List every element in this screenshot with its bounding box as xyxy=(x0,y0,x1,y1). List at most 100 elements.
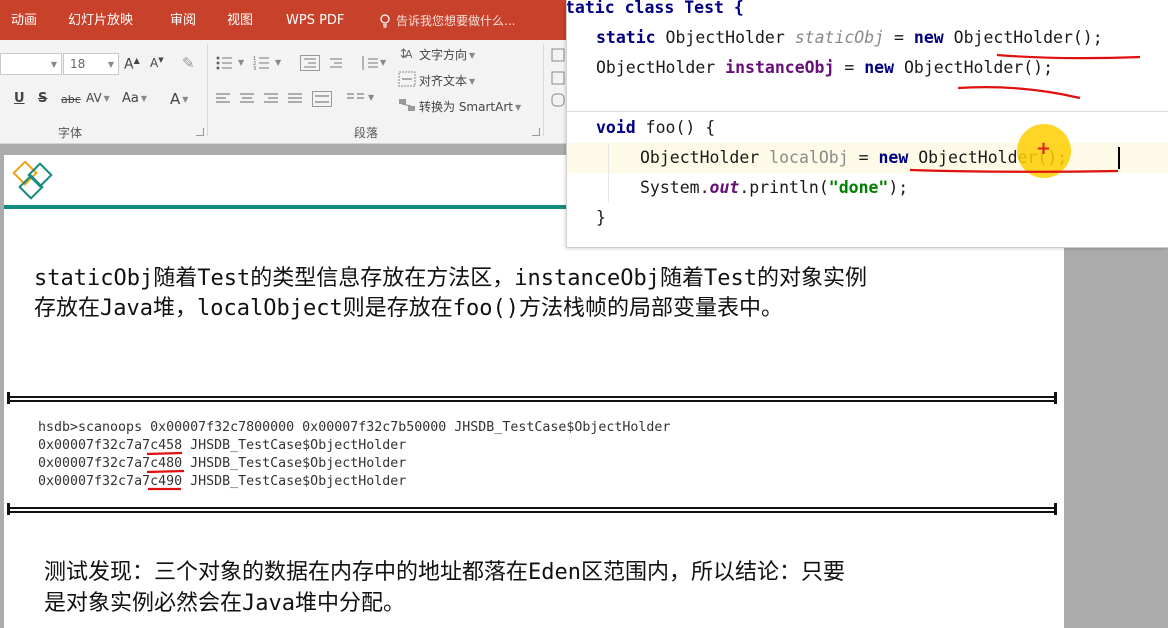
text-direction-icon[interactable]: ↕ A xyxy=(398,45,416,61)
distribute-icon[interactable] xyxy=(312,91,332,107)
text-direction-button[interactable]: 文字方向 ▼ xyxy=(419,46,475,63)
code-term: Java xyxy=(100,296,153,321)
font-name-dropdown[interactable]: ▼ xyxy=(0,53,62,75)
align-right-icon[interactable] xyxy=(263,92,279,106)
font-size-value: 18 xyxy=(70,57,86,71)
columns-icon[interactable]: ▼ xyxy=(346,92,376,106)
hsdb-result-line: 0x00007f32c7a7c458 JHSDB_TestCase$Object… xyxy=(38,438,407,453)
explanation-line-1: staticObj随着Test的类型信息存放在方法区，instanceObj随着… xyxy=(34,264,867,294)
explanation-line-2: 存放在Java堆，localObject则是存放在foo()方法栈帧的局部变量表… xyxy=(34,294,783,324)
menu-wps-pdf[interactable]: WPS PDF xyxy=(286,0,344,40)
chevron-down-icon: ▼ xyxy=(182,95,189,104)
menu-slideshow[interactable]: 幻灯片放映 xyxy=(68,0,133,40)
smartart-icon[interactable] xyxy=(398,97,416,113)
code-line-local-var[interactable]: ObjectHolder localObj = new ObjectHolder… xyxy=(640,143,1067,173)
font-color-button[interactable]: A ▼ xyxy=(170,90,188,108)
rule-cap xyxy=(7,392,10,404)
code-term: Eden xyxy=(528,560,581,585)
svg-text:▼: ▼ xyxy=(238,58,245,67)
code-token: ObjectHolder(); xyxy=(894,58,1054,77)
diamond-logo-icon xyxy=(10,160,58,205)
char-spacing-button[interactable]: AV ▼ xyxy=(86,91,110,105)
code-token: new xyxy=(913,28,944,47)
double-rule xyxy=(7,503,1057,515)
indent-guide xyxy=(608,143,609,203)
align-center-icon[interactable] xyxy=(239,92,255,106)
line-spacing-icon[interactable]: ▼ xyxy=(360,55,388,71)
decrease-indent-icon[interactable] xyxy=(300,55,320,71)
code-token: tatic class Test { xyxy=(566,0,744,17)
menu-view[interactable]: 视图 xyxy=(227,0,253,40)
code-term: localObject xyxy=(197,296,343,321)
chevron-down-icon: ▼ xyxy=(469,77,476,86)
align-text-button[interactable]: 对齐文本 ▼ xyxy=(419,72,475,89)
shape-icon[interactable] xyxy=(551,48,565,108)
code-line-instance-field[interactable]: ObjectHolder instanceObj = new ObjectHol… xyxy=(596,53,1053,83)
paragraph-dialog-launcher-icon[interactable] xyxy=(532,128,540,136)
char-spacing-label: AV xyxy=(86,91,102,105)
align-left-icon[interactable] xyxy=(215,92,231,106)
svg-text:A: A xyxy=(405,48,413,61)
underline-button[interactable]: U xyxy=(14,91,25,106)
chevron-down-icon: ▼ xyxy=(469,51,476,60)
code-token: = xyxy=(848,148,879,167)
code-term: Test xyxy=(703,266,757,291)
code-token: new xyxy=(864,58,895,77)
text-run: 堆， xyxy=(153,296,198,321)
code-token: static xyxy=(596,28,656,47)
code-token: staticObj xyxy=(794,28,885,47)
shadow-button[interactable]: S xyxy=(38,91,47,106)
align-text-icon[interactable] xyxy=(398,71,416,87)
font-dialog-launcher-icon[interactable] xyxy=(196,128,204,136)
code-term: Java xyxy=(242,591,295,616)
convert-smartart-button[interactable]: 转换为 SmartArt ▼ xyxy=(419,98,521,115)
numbering-icon[interactable]: 1 2 3 ▼ xyxy=(253,55,285,71)
change-case-label: Aa xyxy=(122,91,139,106)
bullets-icon[interactable]: ▼ xyxy=(216,55,248,71)
grow-font-icon[interactable]: A▲ xyxy=(124,56,140,73)
code-line-close-brace[interactable]: } xyxy=(596,203,606,233)
change-case-button[interactable]: Aa ▼ xyxy=(122,91,147,106)
text-run: 区范围内，所以结论：只要 xyxy=(581,560,846,585)
lightbulb-icon xyxy=(379,14,391,28)
code-editor-panel[interactable]: tatic class Test { static ObjectHolder s… xyxy=(566,0,1168,248)
font-color-label: A xyxy=(170,90,181,108)
font-size-dropdown[interactable]: 18 ▼ xyxy=(63,53,119,75)
code-token: void xyxy=(596,118,636,137)
svg-text:▼: ▼ xyxy=(380,58,387,67)
text-run: 则是存放在 xyxy=(342,296,453,321)
increase-indent-icon[interactable] xyxy=(326,55,346,71)
code-line-static-field[interactable]: static ObjectHolder staticObj = new Obje… xyxy=(596,23,1103,53)
conclusion-line-2: 是对象实例必然会在Java堆中分配。 xyxy=(44,589,405,619)
chevron-down-icon: ▼ xyxy=(103,94,110,103)
code-token: } xyxy=(596,208,606,227)
code-line-class-decl[interactable]: tatic class Test { xyxy=(566,0,744,23)
text-run: 测试发现：三个对象的数据在内存中的地址都落在 xyxy=(44,560,529,585)
tell-me-search[interactable]: 告诉我您想要做什么... xyxy=(396,0,515,40)
chevron-down-icon: ▼ xyxy=(514,103,522,112)
rule-cap xyxy=(1054,503,1057,515)
group-divider xyxy=(543,44,544,136)
menu-animation[interactable]: 动画 xyxy=(11,0,37,40)
conclusion-line-1: 测试发现：三个对象的数据在内存中的地址都落在Eden区范围内，所以结论：只要 xyxy=(44,558,845,588)
text-run: 随着 xyxy=(153,266,198,291)
code-line-println[interactable]: System.out.println("done"); xyxy=(640,173,908,203)
code-line-method-decl[interactable]: void foo() { xyxy=(596,113,715,143)
clear-format-icon[interactable]: ✎ xyxy=(182,54,195,72)
code-token: foo() { xyxy=(635,118,716,137)
text-caret xyxy=(1118,147,1120,169)
code-token: "done" xyxy=(828,178,889,197)
hsdb-output: hsdb>scanoops 0x00007f32c7800000 0x00007… xyxy=(38,419,670,491)
code-token: ObjectHolder xyxy=(665,28,785,47)
strikethrough-button[interactable]: abc xyxy=(61,93,81,106)
hsdb-result-line: 0x00007f32c7a7c490 JHSDB_TestCase$Object… xyxy=(38,474,407,489)
justify-icon[interactable] xyxy=(287,92,303,106)
group-divider xyxy=(207,44,208,136)
menu-review[interactable]: 审阅 xyxy=(170,0,196,40)
method-separator xyxy=(567,111,1168,112)
code-token: instanceObj xyxy=(725,58,835,77)
text-direction-label: 文字方向 xyxy=(419,48,468,62)
rule-cap xyxy=(7,503,10,515)
shrink-font-icon[interactable]: A▼ xyxy=(150,56,164,70)
align-text-label: 对齐文本 xyxy=(419,74,468,88)
